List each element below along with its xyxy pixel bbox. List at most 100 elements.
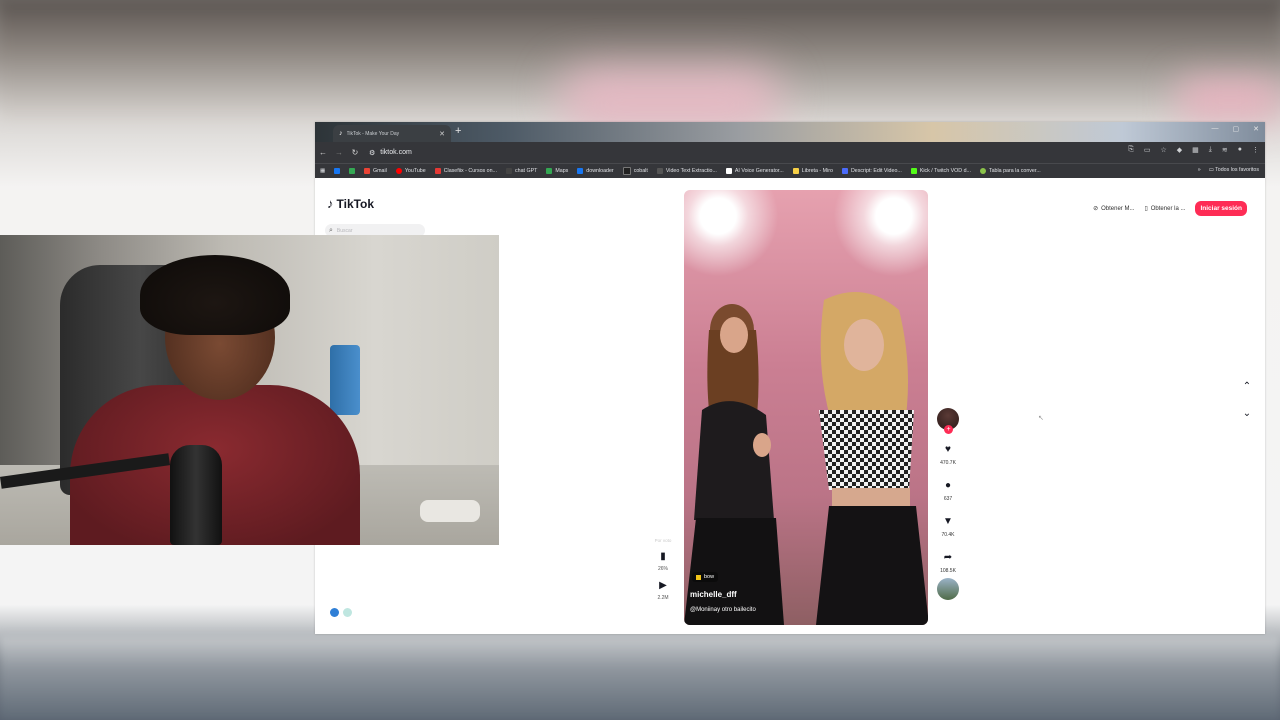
bookmark-drive[interactable] (349, 168, 356, 174)
bookmark-11[interactable]: Kick / Twitch VOD d... (910, 168, 971, 174)
bookmark-0[interactable]: Gmail (364, 168, 387, 174)
all-bookmarks-label: Todos los favoritos (1215, 167, 1259, 173)
action-rail: + ♥ 470.7K ● 637 ▼ 70.4K ➦ 108.5K (935, 408, 961, 600)
comment-button[interactable]: ● (945, 480, 951, 491)
bookmark-10[interactable]: Descript: Edit Video... (841, 168, 902, 174)
menu-icon[interactable]: ⋮ (1252, 146, 1259, 154)
extension-icon[interactable]: ◆ (1177, 146, 1182, 154)
bookmark-label: chat GPT (514, 168, 538, 174)
forward-icon[interactable]: → (331, 148, 347, 157)
heart-icon: ♥ (945, 444, 951, 455)
bookmark-1[interactable]: YouTube (395, 168, 426, 174)
tiktok-logo[interactable]: ♪ TikTok (327, 196, 374, 211)
blurred-bottom-band (0, 636, 1280, 720)
poll-label: Por voto (654, 538, 672, 543)
share-button[interactable]: ➦ (944, 552, 952, 563)
webcam-overlay (0, 235, 499, 545)
follow-plus-icon[interactable]: + (944, 425, 953, 434)
bookmark-icon (622, 167, 631, 175)
bookmarks-bar: ▦ Gmail YouTube Clasefiix - Cursos on...… (315, 163, 1265, 178)
comment-count: 637 (943, 496, 953, 502)
tab-bar: ♪ TikTok - Make Your Day ✕ + — ▢ ✕ (315, 122, 1265, 142)
maximize-icon[interactable]: ▢ (1233, 125, 1240, 133)
close-tab-icon[interactable]: ✕ (439, 130, 445, 138)
bookmarks-right: » ▭ Todos los favoritos (1198, 167, 1259, 173)
address-bar[interactable]: ⚙ tiktok.com (369, 149, 412, 157)
header-actions: ⊘ Obtener M... ▯ Obtener la ... Iniciar se… (1093, 201, 1247, 216)
close-window-icon[interactable]: ✕ (1253, 125, 1259, 133)
site-info-icon[interactable]: ⚙ (369, 149, 375, 157)
poll-stats: Por voto ▮ 26% ▶ 2.2M (648, 538, 678, 601)
download-icon[interactable]: ⤓ (1209, 146, 1212, 154)
toolbar-right-icons: ⎘ ▭ ☆ ◆ ▦ ⤓ ≋ ● ⋮ (1128, 146, 1259, 154)
url-text[interactable]: tiktok.com (380, 149, 412, 156)
get-app-label: Obtener la ... (1150, 205, 1186, 212)
video-tag-text: bow (704, 574, 715, 580)
get-coins-label: Obtener M... (1101, 205, 1135, 212)
bookmark-icon (546, 168, 553, 174)
translate-icon[interactable]: ⎘ (1128, 146, 1134, 154)
get-coins-button[interactable]: ⊘ Obtener M... (1093, 205, 1135, 213)
login-button[interactable]: Iniciar sesión (1195, 201, 1247, 216)
bookmark-label: Kick / Twitch VOD d... (919, 168, 971, 174)
get-app-button[interactable]: ▯ Obtener la ... (1144, 205, 1186, 213)
webcam-bucket (330, 345, 360, 415)
bookmark-3[interactable]: chat GPT (505, 168, 538, 174)
video-username[interactable]: michelle_dff (690, 590, 737, 599)
back-icon[interactable]: ← (315, 148, 331, 157)
extension2-icon[interactable]: ≋ (1222, 146, 1228, 154)
extensions-icon[interactable]: ▦ (1192, 146, 1199, 154)
profile-icon[interactable]: ● (1238, 146, 1242, 154)
video-caption[interactable]: @Moniinay otro bailecito (690, 607, 756, 613)
bookmark-6[interactable]: cobalt (622, 167, 648, 175)
reload-icon[interactable]: ↻ (347, 148, 363, 157)
video-player[interactable]: bow michelle_dff @Moniinay otro bailecit… (684, 190, 928, 625)
new-tab-button[interactable]: + (455, 125, 461, 137)
bookmark-label: Maps (555, 168, 569, 174)
chevron-down-icon[interactable]: ⌄ (1239, 408, 1255, 419)
tiktok-favicon-icon: ♪ (339, 130, 343, 137)
bookmark-label: Libreta - Miro (801, 168, 833, 174)
bookmark-8[interactable]: AI Voice Generator... (725, 168, 784, 174)
search-placeholder: Buscar (336, 227, 353, 234)
apps-icon[interactable]: ▦ (320, 168, 325, 174)
bookmark-9[interactable]: Libreta - Miro (792, 168, 833, 174)
more-bookmarks-icon[interactable]: » (1198, 167, 1201, 173)
bookmark-4[interactable]: Maps (546, 168, 568, 174)
tiktok-note-icon: ♪ (327, 196, 334, 211)
chevron-up-icon[interactable]: ⌃ (1239, 381, 1255, 392)
bookmark-facebook[interactable] (334, 168, 341, 174)
bookmark-icon (364, 168, 371, 174)
bookmark-2[interactable]: Clasefiix - Cursos on... (434, 168, 497, 174)
bookmark-12[interactable]: Tabla para la conver... (979, 168, 1041, 174)
save-button[interactable]: ▼ (943, 516, 953, 527)
bookmark-label: Gmail (373, 168, 387, 174)
star-icon[interactable]: ☆ (1160, 146, 1166, 154)
streamer-hair (140, 255, 290, 335)
bookmark-label: Video Text Extractio... (665, 168, 717, 174)
bar-chart-icon[interactable]: ▮ (660, 551, 666, 562)
blurred-pink-glow (560, 70, 780, 130)
bottom-left-icons (330, 608, 352, 617)
bookmark-5[interactable]: downloader (577, 168, 614, 174)
sound-avatar[interactable] (937, 578, 959, 600)
bookmark-7[interactable]: Video Text Extractio... (656, 168, 717, 174)
folder-icon: ▭ (1208, 167, 1214, 173)
like-button[interactable]: ♥ (945, 444, 951, 455)
bookmark-icon (656, 168, 663, 174)
dancer-right-figure (816, 292, 928, 625)
cast-icon[interactable]: ▭ (1144, 146, 1151, 154)
creator-avatar[interactable]: + (937, 408, 959, 434)
browser-tab[interactable]: ♪ TikTok - Make Your Day ✕ (333, 125, 451, 142)
floating-app-icon[interactable] (330, 608, 339, 617)
all-bookmarks-folder[interactable]: ▭ Todos los favoritos (1209, 167, 1259, 173)
bookmark-label: YouTube (404, 168, 426, 174)
share-count: 108.5K (940, 568, 956, 574)
minimize-icon[interactable]: — (1212, 125, 1219, 133)
bookmark-icon (910, 168, 917, 174)
search-icon: ⌕ (329, 226, 333, 234)
bookmark-icon (725, 168, 732, 174)
play-icon[interactable]: ▶ (659, 580, 667, 591)
video-tag-badge[interactable]: bow (692, 572, 719, 582)
floating-app2-icon[interactable] (343, 608, 352, 617)
